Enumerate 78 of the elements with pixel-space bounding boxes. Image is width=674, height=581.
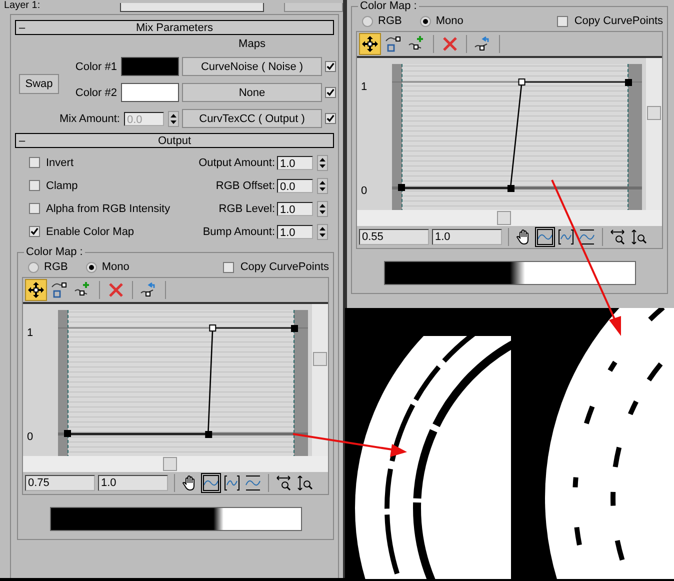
field-label: RGB Offset: (216, 180, 275, 192)
field-label: Mix Amount: (59, 112, 120, 124)
checkbox[interactable] (557, 16, 568, 26)
position-field[interactable]: 0.75 (25, 475, 95, 491)
option-label: Invert (46, 156, 74, 168)
zoom-extents-icon[interactable] (536, 228, 554, 246)
spinner-icon[interactable] (317, 178, 328, 194)
curve-point[interactable] (291, 325, 298, 332)
vertical-scrollbar[interactable] (646, 58, 662, 210)
curve-point[interactable] (625, 79, 632, 86)
group-label: Color Map : (24, 246, 85, 258)
spinner-icon[interactable] (317, 154, 328, 170)
rollout-header[interactable]: – Mix Parameters (15, 20, 334, 35)
spinner-icon[interactable] (317, 200, 328, 216)
amount-field[interactable]: 1.0 (277, 156, 313, 170)
field-label: Color #1 (75, 60, 117, 72)
color-swatch[interactable] (121, 83, 179, 102)
position-field[interactable]: 0.55 (359, 229, 429, 245)
checkbox[interactable] (29, 226, 40, 237)
column-heading: Maps (238, 39, 266, 50)
amount-field[interactable]: 1.0 (277, 202, 313, 216)
horizontal-scrollbar[interactable] (23, 456, 328, 472)
zoom-horizontal-extents-icon[interactable] (557, 228, 575, 246)
field-label: RGB Level: (218, 202, 275, 214)
checkbox[interactable] (325, 87, 336, 98)
value-field[interactable]: 1.0 (98, 475, 168, 491)
zoom-horizontal-icon[interactable] (609, 228, 627, 246)
curve-point[interactable] (518, 78, 526, 86)
zoom-vertical-extents-icon[interactable] (578, 228, 596, 246)
vertical-scrollbar[interactable] (312, 304, 328, 456)
swap-button[interactable]: Swap (19, 74, 59, 94)
curve-point[interactable] (210, 324, 217, 332)
value-field[interactable]: 1.0 (432, 229, 502, 245)
curve-point[interactable] (398, 184, 406, 191)
checkbox[interactable] (29, 180, 40, 191)
checkbox[interactable] (29, 157, 40, 168)
curve-point[interactable] (206, 431, 213, 438)
layer-label: Layer 1: (4, 0, 40, 12)
axis-label: 0 (27, 431, 34, 443)
option-label: Copy CurvePoints (574, 15, 663, 27)
axis-label: 0 (361, 185, 368, 197)
curve-point[interactable] (508, 185, 515, 192)
checkbox[interactable] (325, 61, 336, 72)
axis-label: 1 (361, 81, 368, 93)
checkbox[interactable] (29, 203, 40, 214)
group-label: Color Map : (358, 0, 419, 12)
option-label: Enable Color Map (46, 226, 134, 238)
move-icon[interactable] (25, 279, 47, 301)
amount-field[interactable]: 0.0 (277, 178, 313, 192)
move-icon[interactable] (359, 33, 381, 55)
radio-option[interactable]: RGB (28, 261, 68, 273)
zoom-horizontal-extents-icon[interactable] (223, 474, 241, 492)
rollout-header[interactable]: – Output (15, 133, 334, 148)
field-label: Output Amount: (198, 156, 275, 168)
map-button[interactable]: CurveNoise ( Noise ) (182, 57, 322, 76)
checkbox[interactable] (223, 262, 234, 272)
zoom-extents-icon[interactable] (202, 474, 220, 492)
spinner-icon[interactable] (168, 110, 179, 126)
layer-name-field[interactable] (120, 3, 264, 12)
option-label: Alpha from RGB Intensity (46, 202, 170, 214)
zoom-vertical-icon[interactable] (630, 228, 648, 246)
field-label: Color #2 (75, 86, 117, 98)
zoom-vertical-extents-icon[interactable] (244, 474, 262, 492)
field-label: Bump Amount: (202, 226, 275, 238)
zoom-vertical-icon[interactable] (296, 474, 314, 492)
horizontal-scrollbar[interactable] (357, 210, 662, 226)
zoom-horizontal-icon[interactable] (275, 474, 293, 492)
spinner-icon[interactable] (317, 224, 328, 240)
radio-option[interactable]: Mono (86, 261, 130, 273)
curve-point[interactable] (64, 430, 72, 437)
color-swatch[interactable] (121, 57, 179, 76)
option-label: Clamp (46, 180, 78, 192)
radio-option[interactable]: RGB (362, 15, 402, 27)
radio-option[interactable]: Mono (420, 15, 464, 27)
axis-label: 1 (27, 327, 34, 339)
amount-field[interactable]: 1.0 (277, 224, 313, 238)
option-label: Copy CurvePoints (240, 261, 329, 273)
map-button[interactable]: None (182, 83, 322, 102)
